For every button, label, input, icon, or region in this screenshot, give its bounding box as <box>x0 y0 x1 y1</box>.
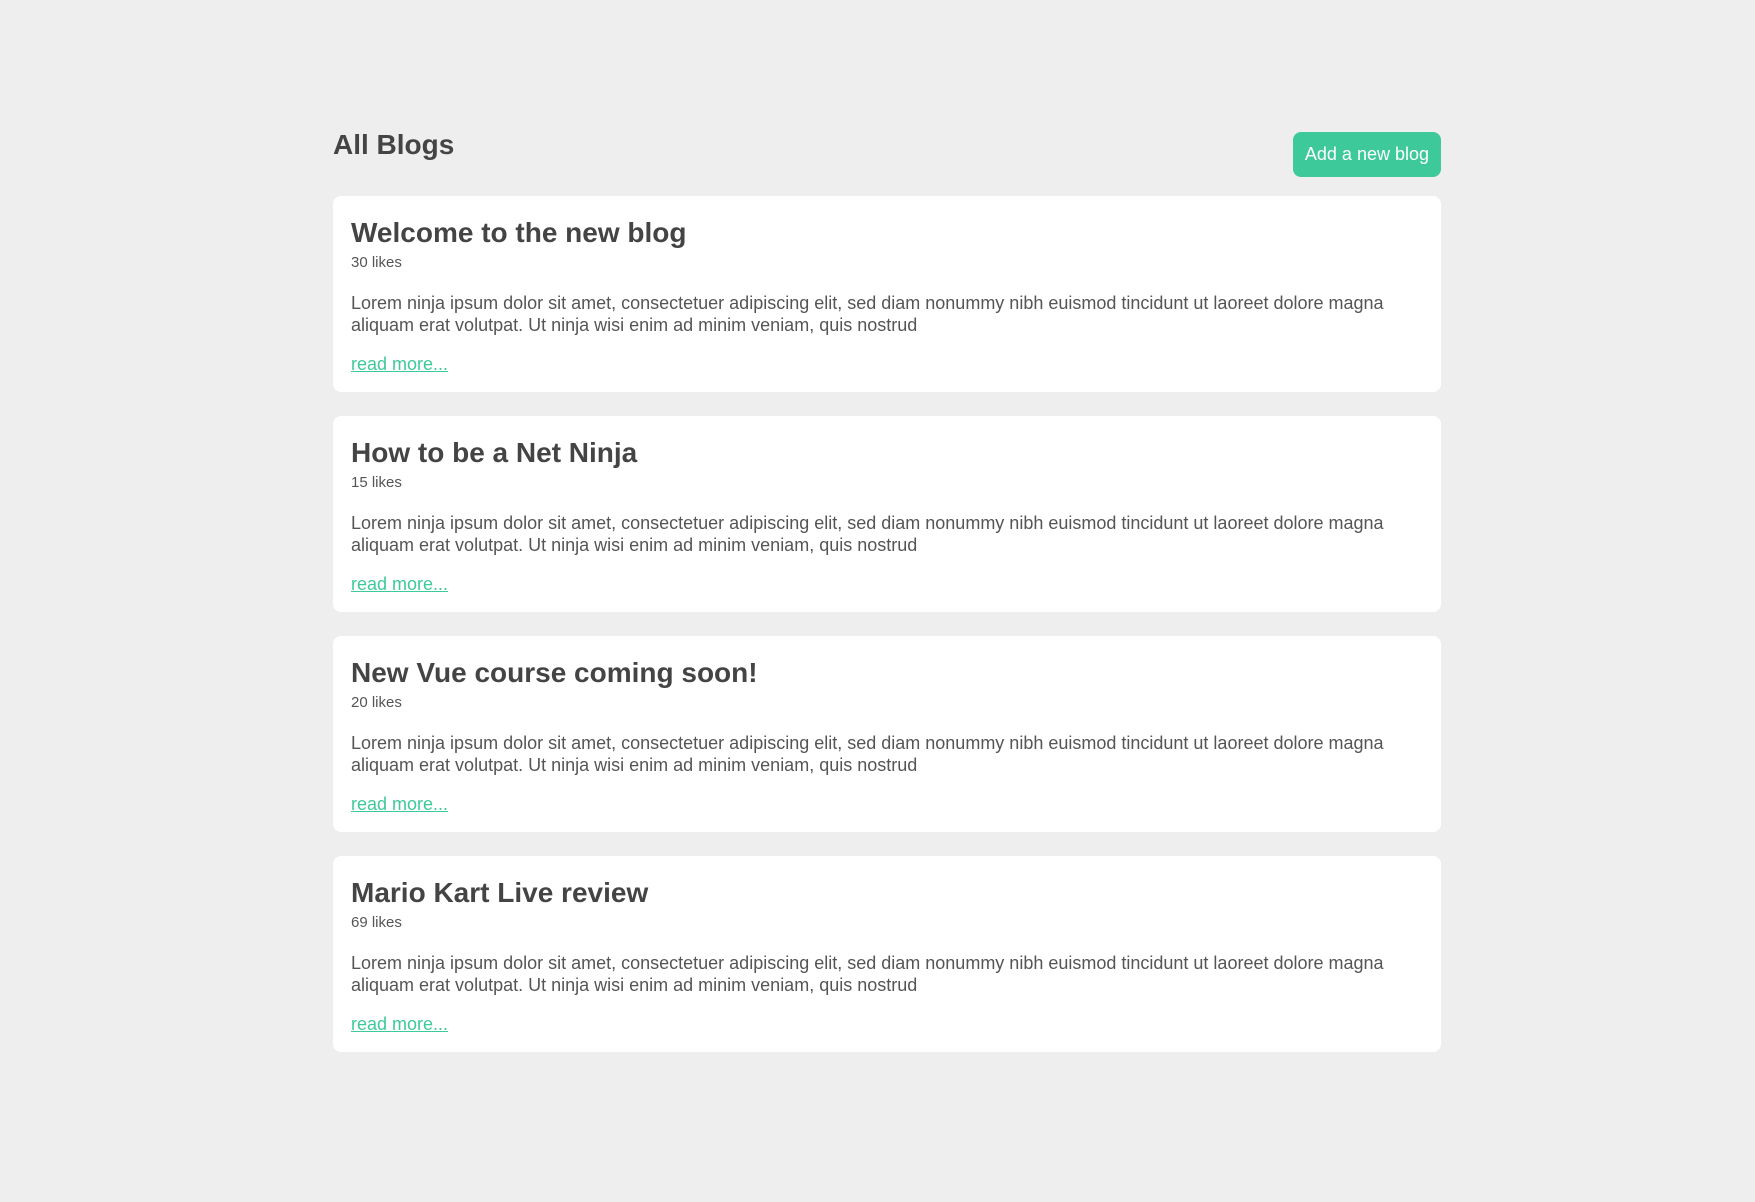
read-more-link[interactable]: read more... <box>351 1014 448 1035</box>
read-more-link[interactable]: read more... <box>351 574 448 595</box>
blog-title: Mario Kart Live review <box>351 877 649 908</box>
blog-likes: 15 likes <box>351 474 402 491</box>
blog-title: New Vue course coming soon! <box>351 657 758 688</box>
blog-likes: 30 likes <box>351 254 402 271</box>
read-more-link[interactable]: read more... <box>351 354 448 375</box>
blog-likes: 20 likes <box>351 694 402 711</box>
blog-card: New Vue course coming soon! 20 likes Lor… <box>333 636 1441 832</box>
blog-excerpt: Lorem ninja ipsum dolor sit amet, consec… <box>351 953 1384 995</box>
blog-title: Welcome to the new blog <box>351 217 687 248</box>
read-more-link[interactable]: read more... <box>351 794 448 815</box>
blog-excerpt: Lorem ninja ipsum dolor sit amet, consec… <box>351 293 1384 335</box>
page-header: All Blogs Add a new blog <box>333 118 1441 182</box>
blog-card: Mario Kart Live review 69 likes Lorem ni… <box>333 856 1441 1052</box>
blog-excerpt: Lorem ninja ipsum dolor sit amet, consec… <box>351 513 1384 555</box>
blog-list: Welcome to the new blog 30 likes Lorem n… <box>333 196 1441 1052</box>
blog-title: How to be a Net Ninja <box>351 437 638 468</box>
page-title: All Blogs <box>333 129 455 160</box>
blog-card: How to be a Net Ninja 15 likes Lorem nin… <box>333 416 1441 612</box>
blog-likes: 69 likes <box>351 914 402 931</box>
blogs-page: All Blogs Add a new blog Welcome to the … <box>333 118 1441 1052</box>
add-blog-button[interactable]: Add a new blog <box>1292 131 1441 177</box>
blog-excerpt: Lorem ninja ipsum dolor sit amet, consec… <box>351 733 1384 775</box>
blog-card: Welcome to the new blog 30 likes Lorem n… <box>333 196 1441 392</box>
